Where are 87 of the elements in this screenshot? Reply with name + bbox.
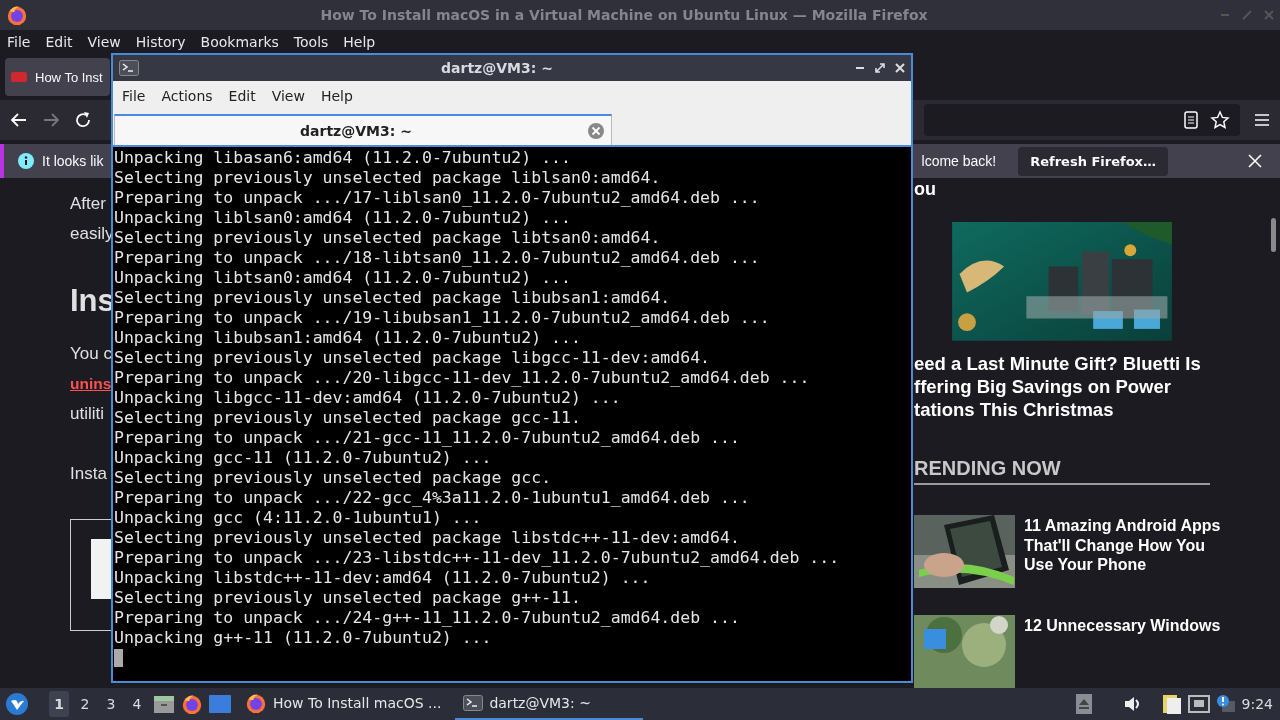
terminal-icon bbox=[463, 695, 484, 711]
eject-icon[interactable] bbox=[1075, 694, 1092, 714]
scrollbar-thumb[interactable] bbox=[1271, 218, 1276, 252]
workspace-button[interactable]: 4 bbox=[127, 691, 147, 717]
menu-item[interactable]: History bbox=[131, 34, 190, 50]
article-link[interactable]: unins bbox=[70, 369, 112, 399]
favicon-icon bbox=[11, 72, 27, 82]
volume-icon[interactable] bbox=[1123, 696, 1142, 712]
terminal-output-line: Preparing to unpack .../21-gcc-11_11.2.0-7ubuntu2_amd64.deb ... bbox=[114, 428, 740, 448]
reader-view-icon[interactable] bbox=[1184, 111, 1198, 129]
article-text: utiliti bbox=[70, 403, 104, 425]
workspace-button[interactable]: 2 bbox=[75, 691, 95, 717]
terminal-output-line: Unpacking libtsan0:amd64 (11.2.0-7ubuntu2) ... bbox=[114, 268, 571, 288]
section-title: RENDING NOW bbox=[914, 455, 1061, 481]
menu-item[interactable]: View bbox=[83, 34, 125, 50]
taskbar-task[interactable]: dartz@VM3: ~ bbox=[455, 688, 644, 720]
terminal-output-line: Selecting previously unselected package libgcc-11-dev:amd64. bbox=[114, 348, 711, 368]
embed-card bbox=[91, 539, 113, 599]
article-headline[interactable]: eed a Last Minute Gift? Bluetti Is ffering Big Savings on Power tations This Christmas bbox=[914, 351, 1201, 421]
terminal-output-line: Preparing to unpack .../23-libstdc++-11-dev_11.2.0-7ubuntu2_amd64.deb ... bbox=[114, 548, 840, 568]
clipboard-icon[interactable] bbox=[1161, 693, 1182, 715]
terminal-output-line: Selecting previously unselected package libtsan0:amd64. bbox=[114, 228, 661, 248]
article-heading: Ins bbox=[70, 282, 112, 320]
info-icon bbox=[18, 153, 34, 169]
clock-text[interactable]: 9:24 bbox=[1241, 696, 1273, 712]
article-link[interactable]: 11 Amazing Android Apps That'll Change How You Use Your Phone bbox=[1024, 516, 1221, 588]
terminal-tab[interactable]: dartz@VM3: ~ bbox=[114, 114, 612, 145]
terminal-output-line: Preparing to unpack .../20-libgcc-11-dev_11.2.0-7ubuntu2_amd64.deb ... bbox=[114, 368, 810, 388]
terminal-output-line: Selecting previously unselected package libstdc++-11-dev:amd64. bbox=[114, 528, 740, 548]
file-manager-icon[interactable] bbox=[153, 694, 175, 714]
terminal-output-line: Unpacking libubsan1:amd64 (11.2.0-7ubuntu2) ... bbox=[114, 328, 581, 348]
menu-item[interactable]: Actions bbox=[156, 88, 218, 104]
menu-item[interactable]: Edit bbox=[41, 34, 77, 50]
notification-text: It looks lik bbox=[42, 153, 104, 169]
terminal-output-line: Unpacking liblsan0:amd64 (11.2.0-7ubuntu2) ... bbox=[114, 208, 571, 228]
network-icon[interactable] bbox=[1187, 695, 1210, 713]
menu-item[interactable]: File bbox=[117, 88, 151, 104]
heading-text: ou bbox=[914, 178, 936, 200]
notification-text: lcome back! bbox=[921, 153, 997, 169]
terminal-output-line: Preparing to unpack .../24-g++-11_11.2.0-7ubuntu2_amd64.deb ... bbox=[114, 608, 740, 628]
back-icon[interactable] bbox=[10, 111, 28, 129]
terminal-output-line: Preparing to unpack .../17-liblsan0_11.2.0-7ubuntu2_amd64.deb ... bbox=[114, 188, 760, 208]
terminal-output-line: Selecting previously unselected package g++-11. bbox=[114, 588, 581, 608]
workspace-button[interactable]: 1 bbox=[49, 691, 69, 717]
article-text: You c bbox=[70, 343, 112, 365]
reload-icon[interactable] bbox=[74, 111, 92, 129]
firefox-icon[interactable] bbox=[6, 4, 28, 26]
menu-icon[interactable] bbox=[1254, 113, 1270, 127]
terminal-output-line: Unpacking libstdc++-11-dev:amd64 (11.2.0-7ubuntu2) ... bbox=[114, 568, 651, 588]
menu-item[interactable]: Help bbox=[315, 88, 358, 104]
terminal-output-line: Unpacking gcc-11 (11.2.0-7ubuntu2) ... bbox=[114, 448, 492, 468]
menu-item[interactable]: Bookmarks bbox=[196, 34, 283, 50]
address-bar[interactable] bbox=[924, 104, 1240, 136]
firefox-icon[interactable] bbox=[245, 692, 267, 714]
refresh-button[interactable]: Refresh Firefox… bbox=[1018, 146, 1168, 176]
terminal-output-line: Preparing to unpack .../22-gcc_4%3a11.2.0-1ubuntu1_amd64.deb ... bbox=[114, 488, 750, 508]
terminal-output-line: Selecting previously unselected package libubsan1:amd64. bbox=[114, 288, 671, 308]
article-text: After bbox=[70, 193, 106, 215]
firefox-icon[interactable] bbox=[181, 693, 203, 715]
terminal-output-line: Unpacking libgcc-11-dev:amd64 (11.2.0-7ubuntu2) ... bbox=[114, 388, 621, 408]
menu-item[interactable]: Edit bbox=[223, 88, 261, 104]
terminal-output-line: Preparing to unpack .../19-libubsan1_11.2.0-7ubuntu2_amd64.deb ... bbox=[114, 308, 770, 328]
notification-icon[interactable] bbox=[1215, 694, 1236, 714]
menu-item[interactable]: View bbox=[266, 88, 310, 104]
terminal-output-line: Selecting previously unselected package liblsan0:amd64. bbox=[114, 168, 661, 188]
window-title: How To Install macOS in a Virtual Machine on Ubuntu Linux — Mozilla Firefox bbox=[319, 7, 929, 23]
star-icon[interactable] bbox=[1210, 110, 1230, 130]
browser-tab[interactable]: How To Inst bbox=[5, 58, 110, 96]
forward-icon[interactable] bbox=[42, 111, 60, 129]
article-text: easily bbox=[70, 223, 114, 245]
terminal-output-line: Unpacking g++-11 (11.2.0-7ubuntu2) ... bbox=[114, 628, 492, 648]
terminal-output-line: Preparing to unpack .../18-libtsan0_11.2.0-7ubuntu2_amd64.deb ... bbox=[114, 248, 760, 268]
taskbar-task[interactable]: How To Install macOS ... bbox=[237, 688, 450, 720]
article-text: Insta bbox=[70, 463, 107, 485]
terminal-icon[interactable] bbox=[119, 60, 139, 76]
menu-item[interactable]: Tools bbox=[289, 34, 333, 50]
terminal-output-line: Selecting previously unselected package gcc-11. bbox=[114, 408, 581, 428]
menu-item[interactable]: Help bbox=[339, 34, 380, 50]
cursor bbox=[114, 649, 123, 667]
terminal-output-line: Unpacking libasan6:amd64 (11.2.0-7ubuntu2) ... bbox=[114, 148, 571, 168]
article-link[interactable]: 12 Unnecessary Windows bbox=[1024, 616, 1221, 688]
window-title: dartz@VM3: ~ bbox=[440, 60, 554, 76]
workspace-button[interactable]: 3 bbox=[101, 691, 121, 717]
start-menu-icon[interactable] bbox=[5, 692, 29, 716]
menu-item[interactable]: File bbox=[3, 34, 35, 50]
terminal-output-line: Selecting previously unselected package gcc. bbox=[114, 468, 552, 488]
terminal-output-line: Unpacking gcc (4:11.2.0-1ubuntu1) ... bbox=[114, 508, 482, 528]
